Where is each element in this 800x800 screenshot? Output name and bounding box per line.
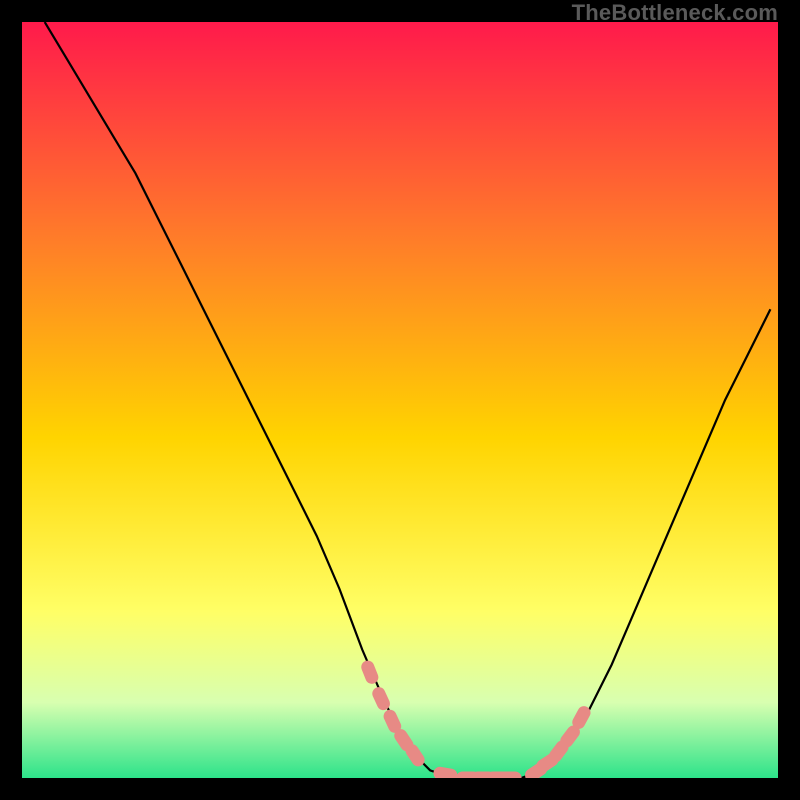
curve-marker	[498, 772, 522, 779]
bottleneck-chart	[22, 22, 778, 778]
watermark-text: TheBottleneck.com	[572, 0, 778, 26]
gradient-background	[22, 22, 778, 778]
chart-frame	[22, 22, 778, 778]
